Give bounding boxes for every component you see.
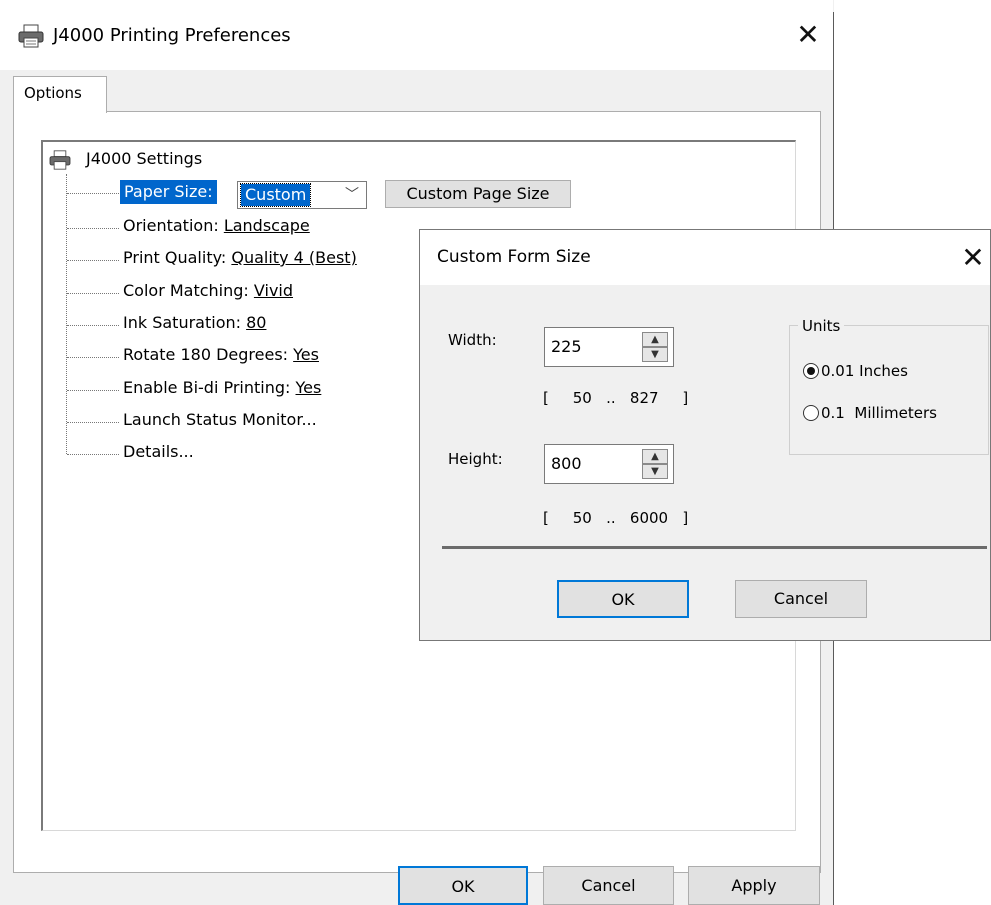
units-group [789, 325, 989, 455]
tree-connector [67, 390, 119, 391]
tree-item-ink-saturation[interactable]: Ink Saturation: 80 [123, 312, 266, 334]
apply-button[interactable]: Apply [688, 866, 820, 905]
tree-item-label: Print Quality: [123, 248, 232, 267]
height-range: [ 50 .. 6000 ] [543, 509, 689, 527]
tree-item-value: Vivid [253, 281, 294, 300]
tree-item-label: Ink Saturation: [123, 313, 247, 332]
radio-millimeters[interactable] [803, 405, 819, 421]
tree-item-orientation[interactable]: Orientation: Landscape [123, 215, 310, 237]
width-spinbox[interactable]: 225 ▲ ▼ [544, 327, 674, 367]
cancel-button[interactable]: Cancel [543, 866, 674, 905]
spin-down-icon[interactable]: ▼ [642, 464, 668, 479]
tree-item-launch-status-monitor[interactable]: Launch Status Monitor... [123, 409, 317, 431]
chevron-down-icon: ﹀ [345, 187, 359, 203]
dialog-cancel-button[interactable]: Cancel [735, 580, 867, 618]
height-spinbox[interactable]: 800 ▲ ▼ [544, 444, 674, 484]
width-range: [ 50 .. 827 ] [543, 389, 689, 407]
dialog-ok-button[interactable]: OK [557, 580, 689, 618]
tree-connector [66, 174, 67, 454]
tree-connector [67, 293, 119, 294]
tree-item-value: Yes [295, 378, 322, 397]
radio-inches-label[interactable]: 0.01 Inches [821, 361, 908, 381]
spin-up-icon[interactable]: ▲ [642, 332, 668, 347]
tab-options[interactable]: Options [13, 76, 107, 113]
height-value: 800 [551, 454, 582, 473]
tree-connector [67, 228, 119, 229]
close-button[interactable]: ✕ [790, 18, 826, 54]
tree-item-print-quality[interactable]: Print Quality: Quality 4 (Best) [123, 247, 357, 269]
tree-item-value: Landscape [223, 216, 310, 235]
radio-selected-dot [807, 367, 815, 375]
tree-item-rotate-180[interactable]: Rotate 180 Degrees: Yes [123, 344, 319, 366]
tree-item-label: Color Matching: [123, 281, 254, 300]
title-bar: J4000 Printing Preferences ✕ [0, 0, 833, 70]
tree-connector [67, 454, 119, 455]
tree-item-color-matching[interactable]: Color Matching: Vivid [123, 280, 293, 302]
height-spin-buttons: ▲ ▼ [642, 449, 668, 479]
paper-size-value: Custom [239, 183, 312, 207]
height-label: Height: [448, 450, 503, 468]
width-value: 225 [551, 337, 582, 356]
radio-millimeters-label[interactable]: 0.1 Millimeters [821, 403, 937, 423]
tree-item-label: Rotate 180 Degrees: [123, 345, 294, 364]
tab-options-label: Options [24, 84, 82, 102]
tree-connector [67, 325, 119, 326]
width-spin-buttons: ▲ ▼ [642, 332, 668, 362]
dialog-title-bar: Custom Form Size ✕ [420, 230, 990, 285]
custom-form-size-dialog: Custom Form Size ✕ Width: 225 ▲ ▼ [ 50 .… [419, 229, 991, 641]
width-label: Width: [448, 331, 497, 349]
window-title: J4000 Printing Preferences [53, 25, 291, 46]
dialog-title: Custom Form Size [437, 247, 591, 267]
spin-down-icon[interactable]: ▼ [642, 347, 668, 362]
tree-connector [67, 260, 119, 261]
tree-item-details[interactable]: Details... [123, 441, 194, 463]
tree-item-bidi-printing[interactable]: Enable Bi-di Printing: Yes [123, 377, 321, 399]
tree-connector [67, 357, 119, 358]
dialog-close-button[interactable]: ✕ [956, 241, 990, 275]
tree-item-paper-size[interactable]: Paper Size: [120, 180, 217, 204]
paper-size-dropdown[interactable]: Custom ﹀ [237, 181, 367, 209]
units-legend: Units [798, 316, 845, 336]
tree-item-value: 80 [246, 313, 267, 332]
custom-page-size-button[interactable]: Custom Page Size [385, 180, 571, 208]
tree-connector [67, 193, 119, 194]
tree-item-label: Enable Bi-di Printing: [123, 378, 296, 397]
printer-icon [48, 150, 72, 170]
dialog-separator [442, 546, 987, 549]
ok-button[interactable]: OK [398, 866, 528, 905]
tree-item-value: Yes [293, 345, 319, 364]
tree-item-label: Orientation: [123, 216, 224, 235]
radio-inches[interactable] [803, 363, 819, 379]
printer-icon [17, 24, 45, 48]
tree-connector [67, 422, 119, 423]
tree-root-label[interactable]: J4000 Settings [86, 148, 202, 170]
spin-up-icon[interactable]: ▲ [642, 449, 668, 464]
tree-item-value: Quality 4 (Best) [231, 248, 357, 267]
